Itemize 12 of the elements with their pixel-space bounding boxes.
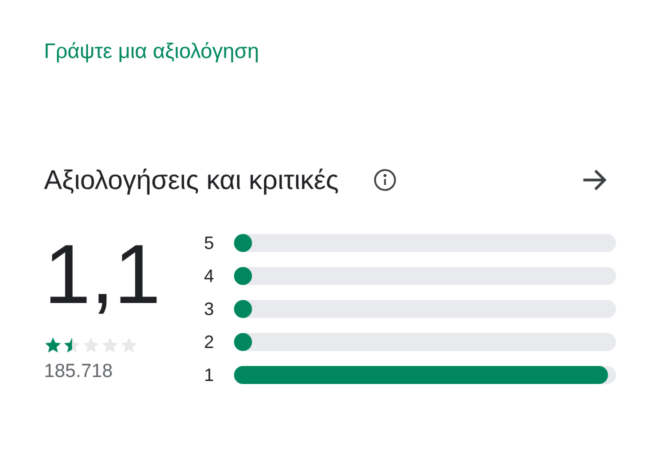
rating-score: 1,1 bbox=[44, 230, 162, 318]
star-level-label: 3 bbox=[204, 300, 216, 318]
star-level-label: 1 bbox=[204, 366, 216, 384]
star-level-label: 2 bbox=[204, 333, 216, 351]
star-icon bbox=[63, 336, 81, 354]
star-level-label: 4 bbox=[204, 267, 216, 285]
star-level-label: 5 bbox=[204, 234, 216, 252]
write-review-link[interactable]: Γράψτε μια αξιολόγηση bbox=[44, 36, 616, 68]
info-icon[interactable] bbox=[372, 168, 397, 192]
rating-count: 185.718 bbox=[44, 360, 114, 384]
section-title: Αξιολογήσεις και κριτικές bbox=[44, 164, 339, 197]
star-icon bbox=[44, 336, 62, 354]
